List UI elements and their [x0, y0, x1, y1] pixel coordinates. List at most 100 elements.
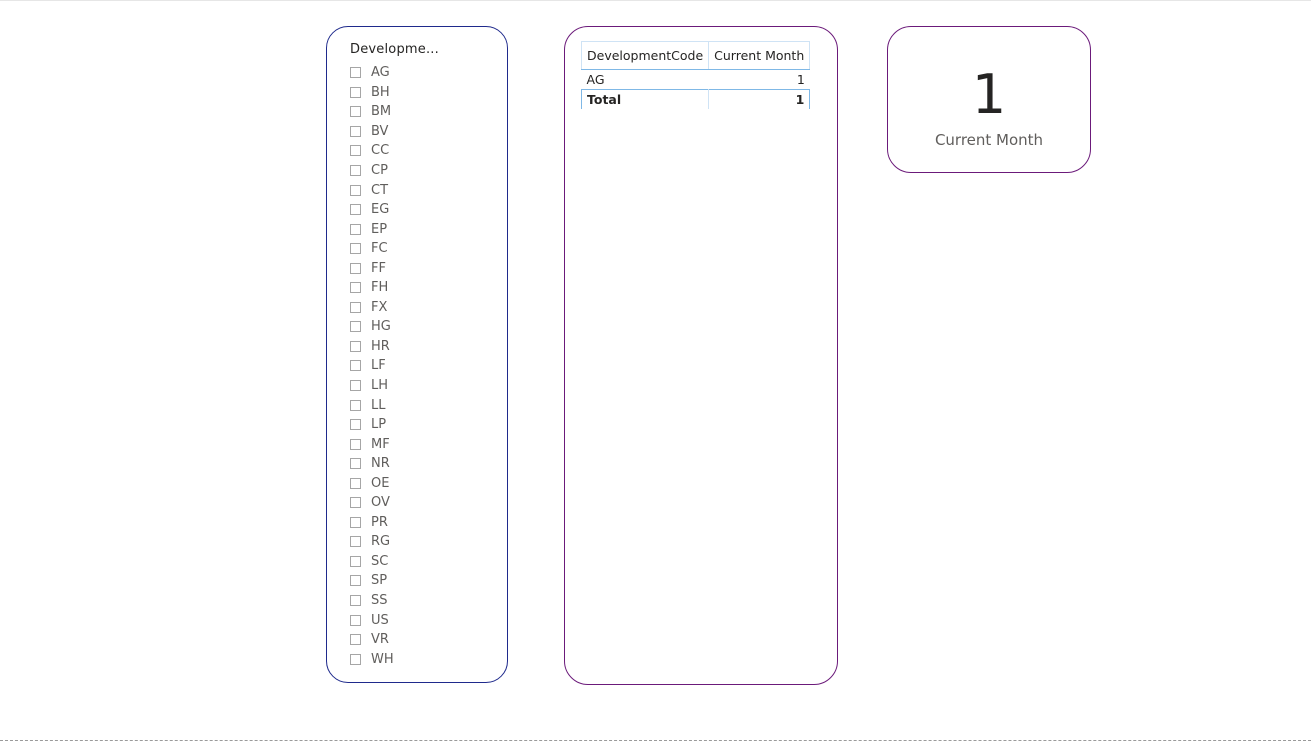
- slicer-item-label: BM: [371, 104, 392, 120]
- checkbox[interactable]: [350, 282, 361, 294]
- slicer-item-label: OV: [371, 495, 390, 511]
- checkbox[interactable]: [350, 165, 361, 176]
- checkbox[interactable]: [350, 399, 361, 411]
- checkbox[interactable]: [350, 634, 361, 646]
- checkbox[interactable]: [350, 204, 361, 216]
- table-row[interactable]: AG 1: [582, 70, 810, 90]
- development-code-table-card: DevelopmentCode Current Month AG 1 Total…: [564, 26, 838, 685]
- slicer-item-label: EP: [371, 221, 388, 237]
- slicer-item[interactable]: MF: [350, 434, 394, 454]
- column-header-development-code[interactable]: DevelopmentCode: [580, 41, 710, 70]
- slicer-item[interactable]: SS: [350, 591, 394, 611]
- slicer-item[interactable]: CT: [350, 180, 394, 200]
- slicer-item[interactable]: HG: [350, 317, 394, 337]
- slicer-item[interactable]: OE: [350, 473, 394, 493]
- checkbox[interactable]: [350, 67, 361, 79]
- slicer-item-label: SS: [371, 593, 388, 609]
- slicer-item[interactable]: SP: [350, 571, 394, 591]
- slicer-item[interactable]: RG: [350, 532, 394, 552]
- slicer-item[interactable]: BV: [350, 122, 394, 142]
- checkbox[interactable]: [350, 536, 361, 548]
- slicer-item[interactable]: NR: [350, 454, 394, 474]
- checkbox[interactable]: [350, 340, 361, 352]
- checkbox[interactable]: [350, 184, 361, 196]
- top-divider: [0, 0, 1311, 1]
- slicer-item[interactable]: LL: [350, 395, 394, 415]
- slicer-item-label: FX: [371, 299, 388, 315]
- slicer-item[interactable]: WH: [350, 649, 394, 669]
- slicer-item[interactable]: OV: [350, 493, 394, 513]
- slicer-item[interactable]: VR: [350, 630, 394, 650]
- checkbox[interactable]: [350, 653, 361, 665]
- slicer-item-label: CT: [371, 182, 389, 198]
- slicer-item-label: VR: [371, 632, 389, 648]
- slicer-item[interactable]: FC: [350, 239, 394, 259]
- checkbox[interactable]: [350, 555, 361, 567]
- slicer-header: Developme...: [350, 42, 439, 57]
- checkbox[interactable]: [350, 380, 361, 392]
- checkbox[interactable]: [350, 477, 361, 489]
- checkbox[interactable]: [350, 497, 361, 509]
- slicer-item-label: OE: [371, 475, 390, 491]
- slicer-item-label: AG: [371, 65, 390, 81]
- slicer-item-label: SC: [371, 553, 389, 569]
- report-canvas: Developme... AG BH BM BV CC CP CT EG EP …: [0, 0, 1311, 743]
- slicer-item-label: CC: [371, 143, 390, 159]
- checkbox[interactable]: [350, 301, 361, 313]
- checkbox[interactable]: [350, 360, 361, 372]
- table-header-row: DevelopmentCode Current Month: [580, 41, 811, 70]
- total-label: Total: [580, 89, 710, 109]
- checkbox[interactable]: [350, 614, 361, 626]
- slicer-item-label: NR: [371, 456, 390, 472]
- slicer-item[interactable]: EG: [350, 200, 394, 220]
- checkbox[interactable]: [350, 262, 361, 274]
- checkbox[interactable]: [350, 419, 361, 431]
- checkbox[interactable]: [350, 595, 361, 607]
- slicer-item[interactable]: FX: [350, 298, 394, 318]
- checkbox[interactable]: [350, 321, 361, 333]
- slicer-item[interactable]: SC: [350, 552, 394, 572]
- slicer-item[interactable]: LP: [350, 415, 394, 435]
- slicer-item[interactable]: HR: [350, 337, 394, 357]
- slicer-item[interactable]: FF: [350, 258, 394, 278]
- checkbox[interactable]: [350, 458, 361, 470]
- slicer-item-label: SP: [371, 573, 388, 589]
- checkbox[interactable]: [350, 575, 361, 587]
- slicer-item-label: LL: [371, 397, 386, 413]
- checkbox[interactable]: [350, 86, 361, 98]
- slicer-item-label: LF: [371, 358, 386, 374]
- slicer-item[interactable]: LH: [350, 376, 394, 396]
- total-value: 1: [708, 89, 811, 109]
- slicer-item-label: HG: [371, 319, 391, 335]
- slicer-item[interactable]: EP: [350, 219, 394, 239]
- checkbox[interactable]: [350, 125, 361, 137]
- slicer-item[interactable]: FH: [350, 278, 394, 298]
- slicer-item[interactable]: PR: [350, 513, 394, 533]
- checkbox[interactable]: [350, 145, 361, 157]
- slicer-item[interactable]: CP: [350, 161, 394, 181]
- slicer-item[interactable]: BM: [350, 102, 394, 122]
- table-total-row: Total 1: [580, 89, 811, 109]
- slicer-item[interactable]: US: [350, 610, 394, 630]
- slicer-item-label: HR: [371, 338, 390, 354]
- checkbox[interactable]: [350, 438, 361, 450]
- slicer-item-label: US: [371, 612, 389, 628]
- slicer-item-label: PR: [371, 514, 388, 530]
- column-header-current-month[interactable]: Current Month: [708, 41, 811, 70]
- checkbox[interactable]: [350, 516, 361, 528]
- table-cell-code: AG: [586, 72, 605, 87]
- slicer-item[interactable]: LF: [350, 356, 394, 376]
- slicer-item-label: CP: [371, 163, 388, 178]
- slicer-item[interactable]: AG: [350, 63, 394, 83]
- slicer-item[interactable]: CC: [350, 141, 394, 161]
- checkbox[interactable]: [350, 106, 361, 118]
- checkbox[interactable]: [350, 223, 361, 235]
- slicer-item-label: FH: [371, 280, 389, 296]
- slicer-item[interactable]: BH: [350, 83, 394, 103]
- table-cell-value: 1: [796, 72, 805, 87]
- checkbox[interactable]: [350, 243, 361, 255]
- slicer-item-label: LP: [371, 417, 387, 433]
- development-code-slicer: Developme... AG BH BM BV CC CP CT EG EP …: [326, 26, 508, 683]
- slicer-item-label: BV: [371, 123, 389, 139]
- data-table: DevelopmentCode Current Month AG 1 Total…: [580, 41, 811, 109]
